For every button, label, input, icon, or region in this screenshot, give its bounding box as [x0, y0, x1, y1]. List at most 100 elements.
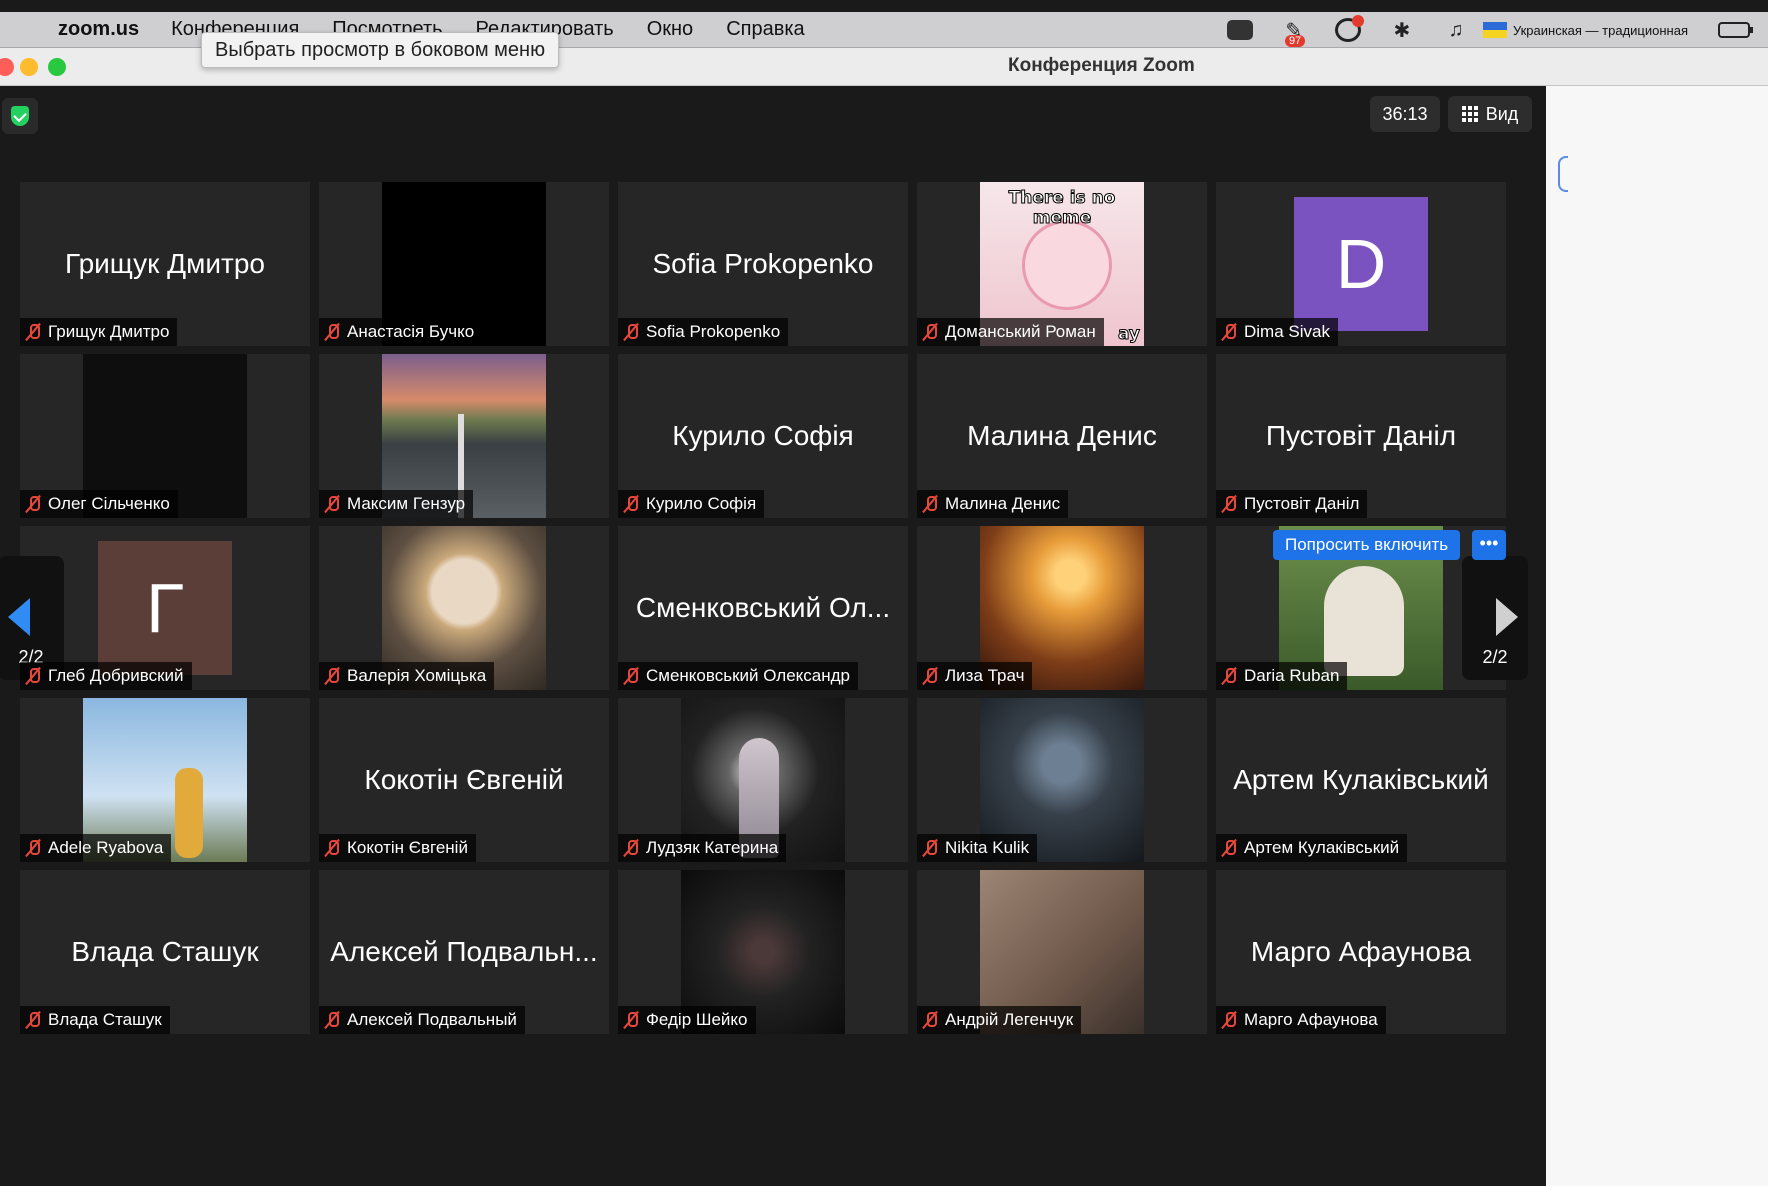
fullscreen-window-button[interactable]	[48, 58, 66, 76]
participant-tile[interactable]: Федір Шейко	[618, 870, 908, 1034]
participant-tile[interactable]: Лудзяк Катерина	[618, 698, 908, 862]
participant-name-label: Глеб Добривский	[20, 662, 192, 690]
participant-tile[interactable]: Пустовіт Даніл Пустовіт Даніл	[1216, 354, 1506, 518]
participant-tile[interactable]: Adele Ryabova	[20, 698, 310, 862]
anime-face-icon	[1022, 220, 1112, 310]
participant-display-name: Сменковський Ол...	[635, 592, 891, 623]
participant-tile[interactable]: Sofia Prokopenko Sofia Prokopenko	[618, 182, 908, 346]
window-title: Конференция Zoom	[1008, 55, 1195, 76]
participant-tile[interactable]: There is no meme ay Доманський Роман	[917, 182, 1207, 346]
participant-display-name: Артем Кулаківський	[1233, 764, 1489, 795]
grid-view-icon	[1461, 106, 1478, 122]
mic-muted-icon	[1220, 495, 1238, 513]
meme-caption-bottom: ay	[1117, 324, 1140, 345]
mic-muted-icon	[323, 667, 341, 685]
ukraine-flag-icon[interactable]	[1482, 22, 1507, 38]
menu-help[interactable]: Справка	[726, 18, 804, 41]
participant-name-label: Андрій Легенчук	[917, 1006, 1082, 1034]
participant-name-label: Валерія Хоміцька	[319, 662, 495, 690]
participant-tile[interactable]: Грищук Дмитро Грищук Дмитро	[20, 182, 310, 346]
security-shield-icon[interactable]	[2, 98, 38, 134]
menu-app-name[interactable]: zoom.us	[58, 18, 139, 41]
mic-muted-icon	[921, 1011, 939, 1029]
participant-tile[interactable]: Влада Сташук Влада Сташук	[20, 870, 310, 1034]
next-page-button[interactable]: 2/2	[1462, 556, 1528, 680]
participant-name-label: Анастасія Бучко	[319, 318, 483, 346]
mic-muted-icon	[323, 839, 341, 857]
participant-tile[interactable]: Лиза Трач	[917, 526, 1207, 690]
desktop-window-edge	[1558, 156, 1568, 192]
participant-name-label: Сменковський Олександр	[618, 662, 858, 690]
mic-muted-icon	[921, 839, 939, 857]
mic-muted-icon	[24, 1011, 42, 1029]
participant-tile[interactable]: Курило Софія Курило Софія	[618, 354, 908, 518]
input-language[interactable]: Украинская — традиционная	[1513, 23, 1688, 38]
participant-avatar: Г	[98, 541, 232, 675]
ask-to-unmute-button[interactable]: Попросить включить	[1273, 530, 1461, 560]
participant-tile[interactable]: Сменковський Ол... Сменковський Олександр	[618, 526, 908, 690]
participant-display-name: Влада Сташук	[71, 936, 259, 967]
participant-display-name: Марго Афаунова	[1250, 936, 1472, 967]
battery-icon[interactable]	[1718, 22, 1753, 38]
participant-tile[interactable]: Максим Гензур	[319, 354, 609, 518]
mic-muted-icon	[622, 495, 640, 513]
participant-tile[interactable]: Анастасія Бучко	[319, 182, 609, 346]
mic-muted-icon	[921, 667, 939, 685]
participant-name-label: Пустовіт Даніл	[1216, 490, 1368, 518]
notification-badge: 97	[1284, 35, 1306, 47]
participant-tile[interactable]: Андрій Легенчук	[917, 870, 1207, 1034]
participant-display-name: Курило Софія	[672, 420, 854, 451]
participant-name-label: Марго Афаунова	[1216, 1006, 1386, 1034]
participant-name-label: Грищук Дмитро	[20, 318, 178, 346]
participant-name-label: Олег Сільченко	[20, 490, 178, 518]
mic-muted-icon	[1220, 1011, 1238, 1029]
mic-muted-icon	[622, 839, 640, 857]
airpods-icon[interactable]: ♫	[1441, 17, 1471, 43]
participant-tile[interactable]: Nikita Kulik	[917, 698, 1207, 862]
participant-name-label: Максим Гензур	[319, 490, 474, 518]
mic-muted-icon	[921, 323, 939, 341]
menubar-status-area: ✎ 97 ✱ ♫ Украинская — традиционная	[1213, 12, 1768, 48]
mic-muted-icon	[622, 667, 640, 685]
participant-display-name: Кокотін Євгеній	[364, 764, 564, 795]
arrow-right-icon	[1496, 598, 1518, 636]
mic-muted-icon	[1220, 323, 1238, 341]
zoom-camera-icon[interactable]	[1225, 17, 1255, 43]
participant-tile[interactable]: Алексей Подвальн... Алексей Подвальный	[319, 870, 609, 1034]
mic-muted-icon	[1220, 667, 1238, 685]
participant-tile[interactable]: Малина Денис Малина Денис	[917, 354, 1207, 518]
notification-icon[interactable]: ✎ 97	[1279, 17, 1309, 47]
participant-avatar: D	[1294, 197, 1428, 331]
menu-tooltip: Выбрать просмотр в боковом меню	[201, 32, 560, 68]
participant-tile[interactable]: D Dima Sivak	[1216, 182, 1506, 346]
participant-display-name: Малина Денис	[967, 420, 1157, 451]
participant-tile[interactable]: Олег Сільченко	[20, 354, 310, 518]
mic-muted-icon	[323, 495, 341, 513]
participant-name-label: Adele Ryabova	[20, 834, 172, 862]
mic-muted-icon	[622, 323, 640, 341]
arrow-left-icon	[8, 598, 30, 636]
participant-display-name: Алексей Подвальн...	[330, 936, 598, 967]
participant-name-label: Лудзяк Катерина	[618, 834, 787, 862]
meeting-timer: 36:13	[1370, 96, 1440, 132]
participant-tile[interactable]: Кокотін Євгеній Кокотін Євгеній	[319, 698, 609, 862]
bluetooth-icon[interactable]: ✱	[1387, 17, 1417, 43]
participant-tile[interactable]: Артем Кулаківський Артем Кулаківський	[1216, 698, 1506, 862]
mic-muted-icon	[921, 495, 939, 513]
participant-tile[interactable]: Марго Афаунова Марго Афаунова	[1216, 870, 1506, 1034]
close-window-button[interactable]	[0, 58, 14, 76]
participant-name-label: Sofia Prokopenko	[618, 318, 789, 346]
mic-muted-icon	[24, 495, 42, 513]
participant-tile[interactable]: Валерія Хоміцька	[319, 526, 609, 690]
view-button-label: Вид	[1485, 103, 1519, 124]
participant-name-label: Кокотін Євгеній	[319, 834, 476, 862]
view-button[interactable]: Вид	[1448, 96, 1532, 132]
minimize-window-button[interactable]	[20, 58, 38, 76]
menu-window[interactable]: Окно	[647, 18, 693, 41]
participant-name-label: Артем Кулаківський	[1216, 834, 1408, 862]
more-options-button[interactable]: •••	[1472, 530, 1506, 560]
mic-muted-icon	[323, 1011, 341, 1029]
participant-name-label: Алексей Подвальный	[319, 1006, 525, 1034]
meme-caption-top: There is no meme	[1008, 188, 1116, 229]
viber-icon[interactable]	[1333, 15, 1364, 43]
